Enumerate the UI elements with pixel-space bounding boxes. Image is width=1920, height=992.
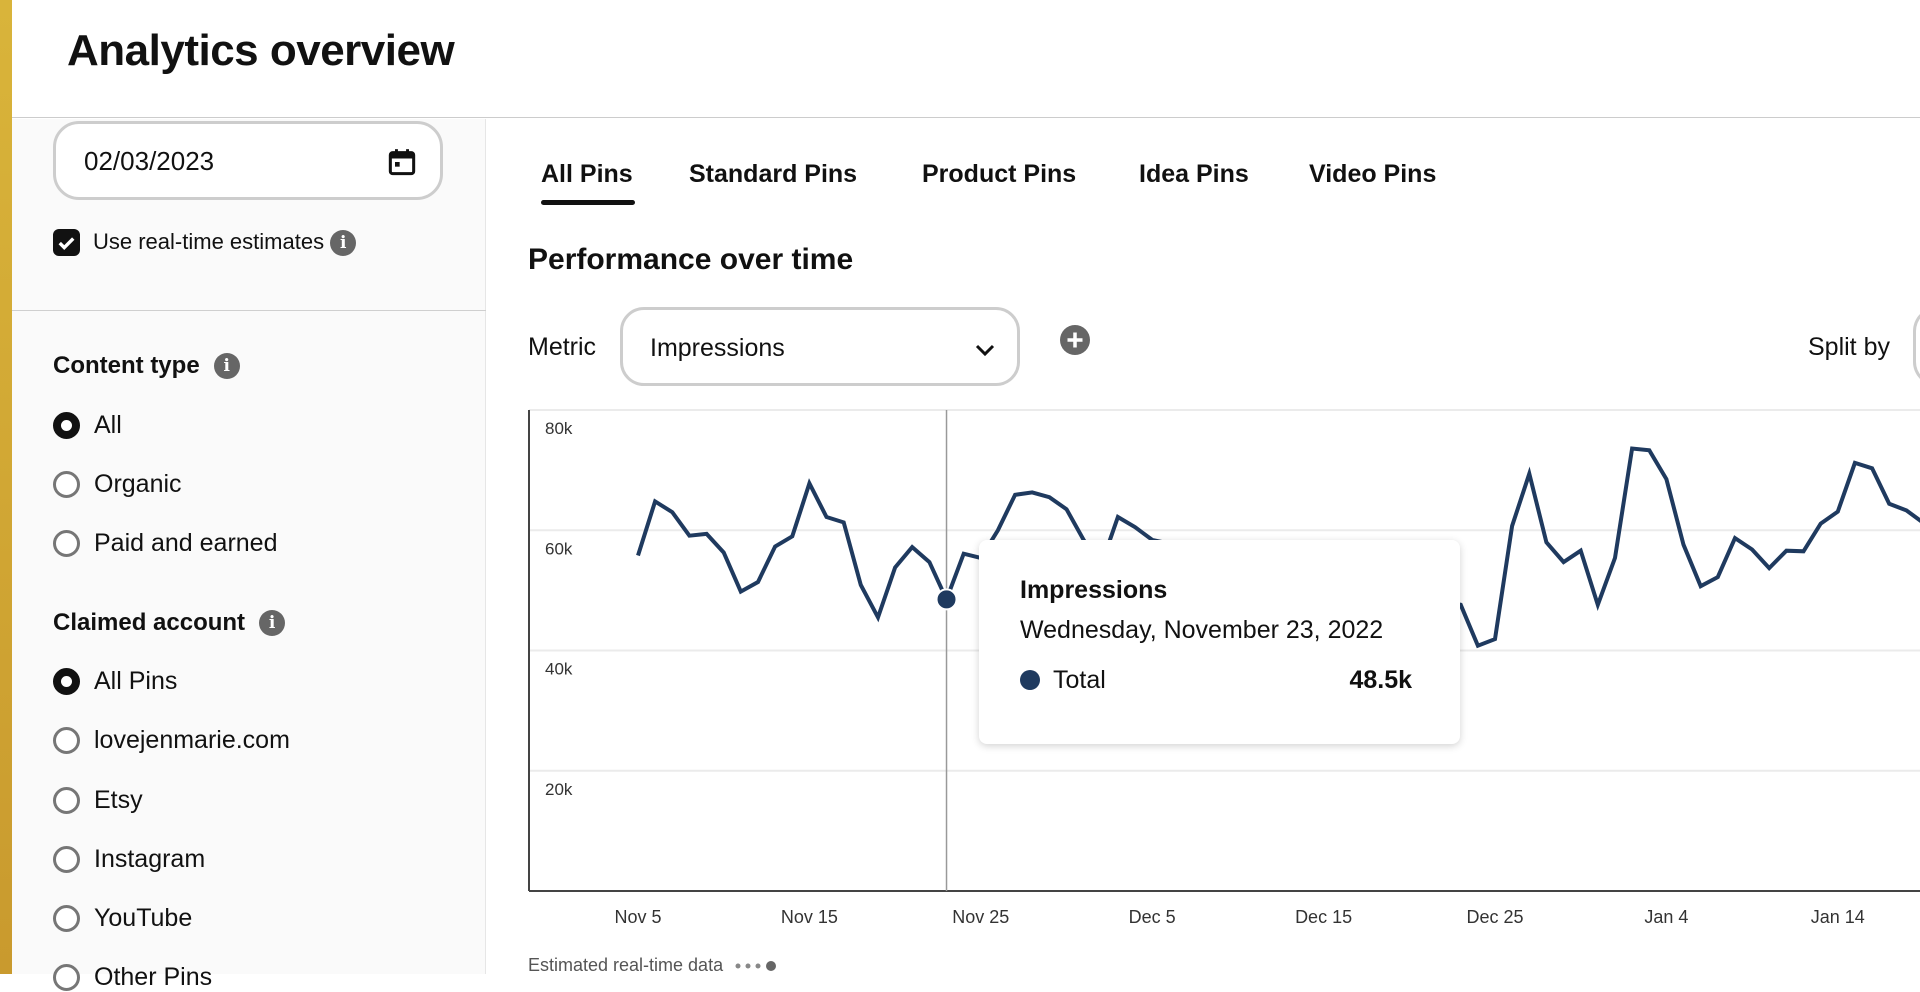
x-tick-label: Nov 5 xyxy=(614,907,661,927)
tooltip-date: Wednesday, November 23, 2022 xyxy=(1020,616,1384,644)
x-tick-label: Dec 15 xyxy=(1295,907,1352,927)
realtime-note: Estimated real-time data xyxy=(528,955,783,976)
chart-tooltip: Impressions Wednesday, November 23, 2022… xyxy=(979,540,1460,744)
x-tick-label: Nov 25 xyxy=(952,907,1009,927)
x-tick-label: Jan 4 xyxy=(1644,907,1688,927)
y-tick-label: 60k xyxy=(545,539,573,558)
y-tick-label: 80k xyxy=(545,419,573,438)
x-tick-label: Jan 14 xyxy=(1811,907,1865,927)
series-dot-icon xyxy=(1020,670,1040,690)
realtime-note-text: Estimated real-time data xyxy=(528,955,724,975)
dotted-line-legend-icon xyxy=(735,960,777,971)
x-tick-label: Nov 15 xyxy=(781,907,838,927)
tooltip-value: 48.5k xyxy=(1349,666,1412,694)
tooltip-series: Total xyxy=(1053,666,1106,694)
y-tick-label: 20k xyxy=(545,780,573,799)
y-tick-label: 40k xyxy=(545,660,573,679)
x-tick-label: Dec 5 xyxy=(1129,907,1176,927)
tooltip-title: Impressions xyxy=(1020,576,1168,604)
impressions-chart: 20k 40k 60k 80k Nov 5 Nov 15 Nov 25 Dec 5 Dec 15… xyxy=(528,409,1920,927)
highlight-point xyxy=(935,588,958,611)
x-tick-label: Dec 25 xyxy=(1466,907,1523,927)
